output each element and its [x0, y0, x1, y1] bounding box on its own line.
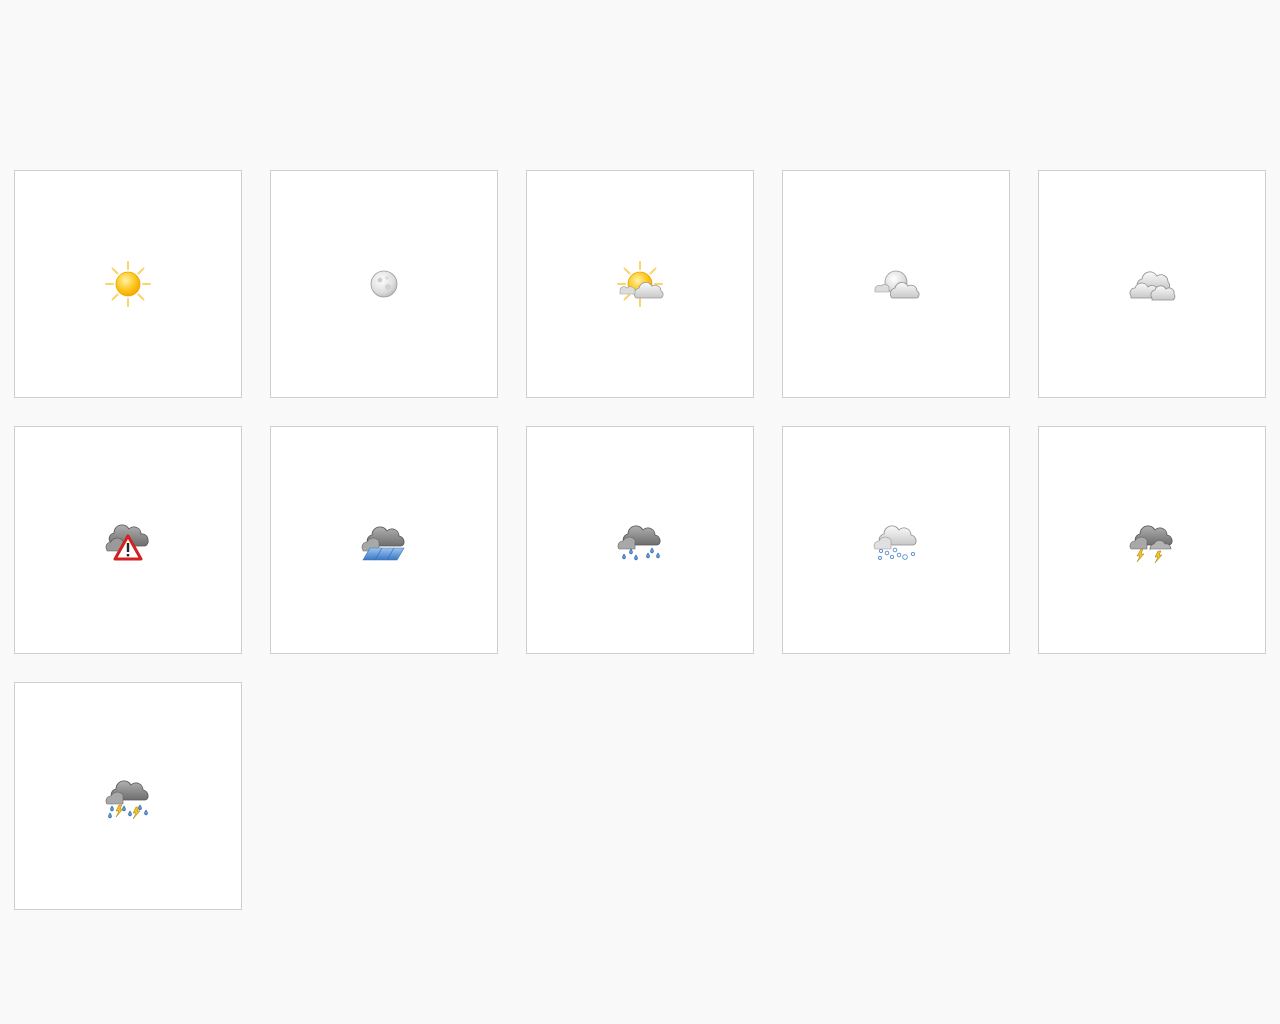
weather-few-clouds-icon	[617, 261, 664, 307]
weather-showers-scattered-icon	[617, 525, 661, 561]
weather-storm-showers-icon	[105, 780, 149, 820]
weather-severe-alert-icon	[105, 524, 149, 561]
weather-clear-night-icon	[370, 270, 398, 298]
icon-tile[interactable]	[270, 426, 498, 654]
lightning-icon	[1136, 548, 1163, 564]
icon-tile[interactable]	[1038, 170, 1266, 398]
icon-tile[interactable]	[782, 426, 1010, 654]
icon-tile[interactable]	[1038, 426, 1266, 654]
weather-snow-icon	[873, 525, 917, 560]
icon-grid	[14, 170, 1266, 910]
weather-showers-icon	[361, 526, 405, 561]
weather-few-clouds-night-icon	[874, 270, 920, 299]
icon-tile[interactable]	[526, 170, 754, 398]
icon-tile[interactable]	[526, 426, 754, 654]
icon-tile[interactable]	[270, 170, 498, 398]
icon-tile[interactable]	[14, 426, 242, 654]
weather-clear-icon	[105, 261, 151, 307]
icon-tile[interactable]	[14, 170, 242, 398]
weather-storm-icon	[1129, 525, 1173, 564]
weather-overcast-icon	[1129, 271, 1176, 301]
icon-tile[interactable]	[782, 170, 1010, 398]
icon-tile[interactable]	[14, 682, 242, 910]
